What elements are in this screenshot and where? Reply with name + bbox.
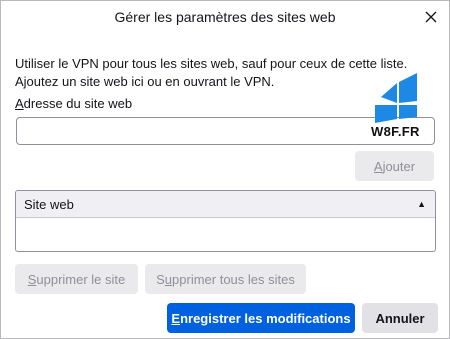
dialog-description: Utiliser le VPN pour tous les sites web,… (15, 56, 408, 89)
add-button[interactable]: Ajouter (355, 151, 434, 181)
close-button[interactable] (419, 5, 443, 29)
remove-site-button[interactable]: Supprimer le site (15, 264, 138, 294)
save-changes-button[interactable]: Enregistrer les modifications (167, 303, 355, 333)
site-settings-dialog: Gérer les paramètres des sites web Utili… (0, 0, 450, 339)
sort-ascending-icon: ▲ (417, 199, 426, 209)
website-address-label: Adresse du site web (15, 96, 133, 111)
close-icon (425, 11, 437, 23)
column-header-label: Site web (24, 196, 74, 212)
dialog-title: Gérer les paramètres des sites web (114, 9, 336, 25)
website-column-header[interactable]: Site web ▲ (16, 191, 435, 218)
remove-all-sites-button[interactable]: Su pprimer tous les sites (145, 264, 306, 294)
watermark-text: W8F.FR (371, 124, 420, 139)
websites-table: Site web ▲ (15, 190, 436, 252)
cancel-button[interactable]: Annuler (362, 303, 438, 333)
title-bar: Gérer les paramètres des sites web (1, 1, 449, 33)
